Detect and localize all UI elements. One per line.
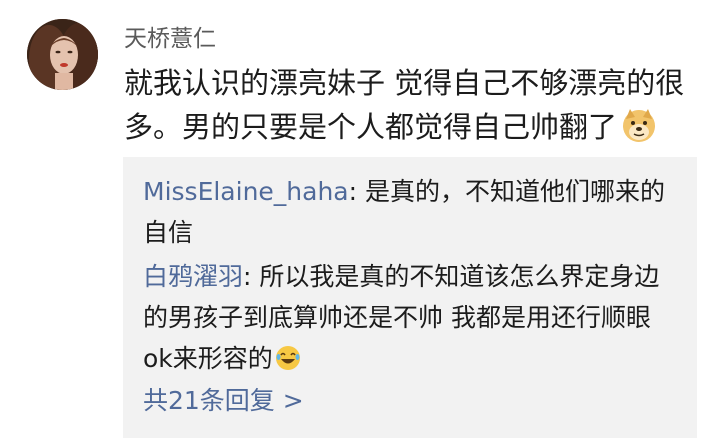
- comment-text-block: 就我认识的漂亮妹子 觉得自己不够漂亮的很多。男的只要是个人都觉得自己帅翻了: [124, 61, 709, 149]
- view-all-replies-link[interactable]: 共21条回复 >: [143, 383, 304, 419]
- comment-text: 就我认识的漂亮妹子 觉得自己不够漂亮的很多。男的只要是个人都觉得自己帅翻了: [124, 66, 685, 144]
- avatar-photo-icon: [27, 19, 98, 90]
- comment-card: 天桥薏仁 就我认识的漂亮妹子 觉得自己不够漂亮的很多。男的只要是个人都觉得自己帅…: [0, 0, 720, 438]
- reply-separator: :: [348, 177, 366, 206]
- doge-emoji-icon: [621, 107, 657, 143]
- reply-item[interactable]: MissElaine_haha: 是真的，不知道他们哪来的自信: [143, 171, 683, 253]
- reply-separator: :: [243, 262, 260, 291]
- avatar[interactable]: [27, 19, 98, 90]
- replies-panel: MissElaine_haha: 是真的，不知道他们哪来的自信 白鸦濯羽: 所以…: [123, 157, 697, 438]
- laughing-tears-emoji-icon: [275, 342, 301, 370]
- comment-username[interactable]: 天桥薏仁: [124, 24, 216, 54]
- reply-author[interactable]: 白鸦濯羽: [143, 262, 243, 291]
- reply-author[interactable]: MissElaine_haha: [143, 177, 349, 206]
- reply-item[interactable]: 白鸦濯羽: 所以我是真的不知道该怎么界定身边的男孩子到底算帅还是不帅 我都是用还…: [143, 256, 683, 379]
